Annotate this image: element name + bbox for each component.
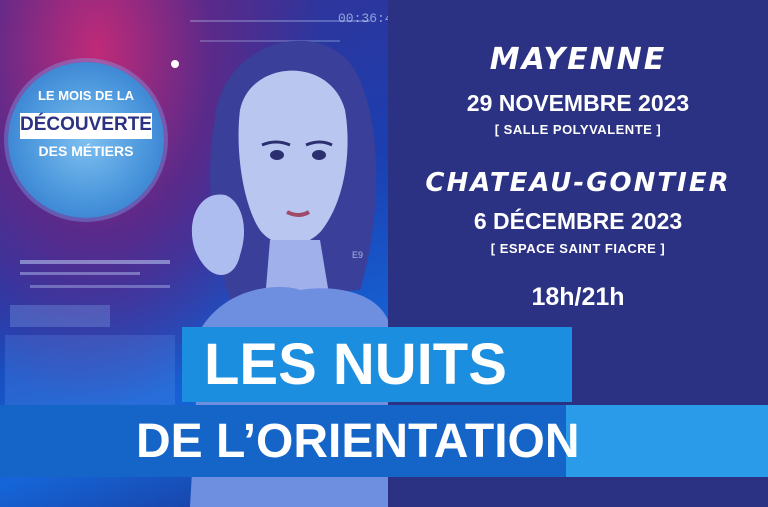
title-line1: LES NUITS (204, 332, 507, 397)
badge-line2: DÉCOUVERTE (20, 114, 152, 135)
event-place-mayenne: [ SALLE POLYVALENTE ] (494, 122, 662, 137)
event-date-chateau-gontier: 6 DÉCEMBRE 2023 (473, 208, 683, 234)
badge-line3: DES MÉTIERS (38, 143, 134, 159)
hud-timer: 00:36:4 (338, 11, 388, 26)
hud-tag: E9 (352, 250, 363, 260)
event-place-chateau-gontier: [ ESPACE SAINT FIACRE ] (490, 241, 666, 256)
event-city-chateau-gontier: CHATEAU-GONTIER (425, 168, 731, 198)
badge-line1: LE MOIS DE LA (37, 88, 135, 103)
event-date-mayenne: 29 NOVEMBRE 2023 (466, 90, 690, 116)
title-banner-accent (566, 405, 768, 477)
event-hours: 18h/21h (531, 283, 625, 311)
event-city-mayenne: MAYENNE (489, 42, 667, 77)
badge-circle (8, 62, 164, 218)
title-line2: DE L’ORIENTATION (136, 415, 580, 468)
